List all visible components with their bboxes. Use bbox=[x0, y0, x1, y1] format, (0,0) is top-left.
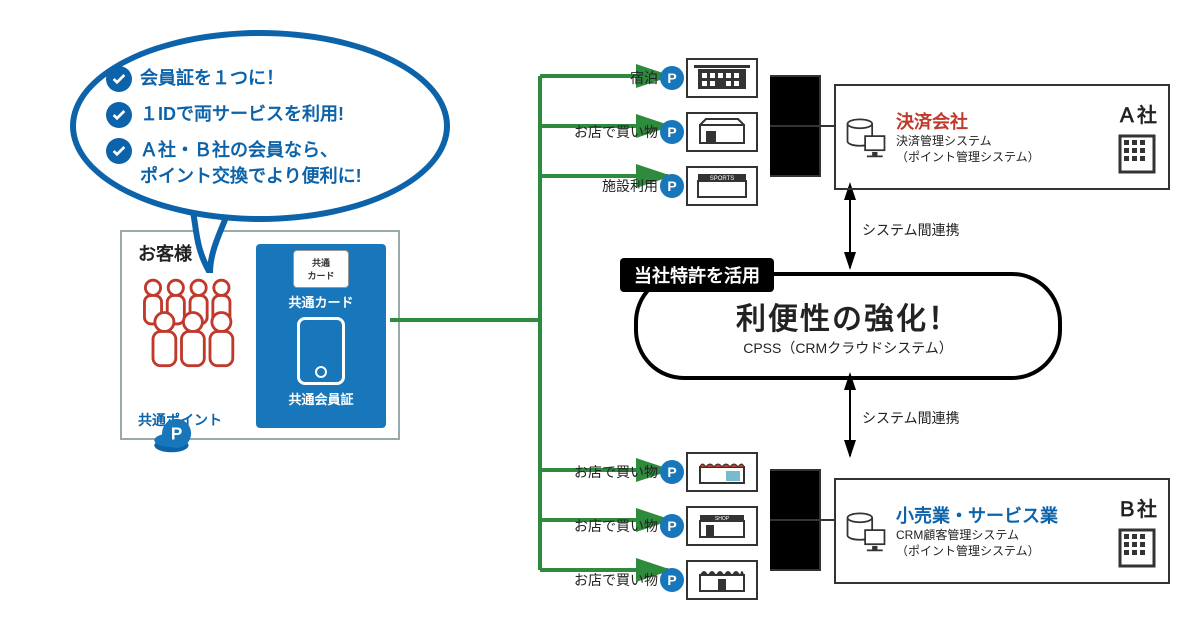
bullet-1: 会員証を１つに！ bbox=[106, 64, 436, 92]
company-a-title: 決済会社 bbox=[896, 108, 1106, 134]
svg-text:SPORTS: SPORTS bbox=[710, 176, 735, 182]
service-label: お店で買い物 bbox=[560, 570, 658, 590]
bullet-3: Ａ社・Ｂ社の会員なら、 ポイント交換でより便利に! bbox=[106, 136, 436, 188]
svg-text:SHOP: SHOP bbox=[715, 516, 730, 522]
service-row: 施設利用 P SPORTS bbox=[560, 166, 758, 206]
benefits-callout: 会員証を１つに！ １IDで両サービスを利用! Ａ社・Ｂ社の会員なら、 ポイント交… bbox=[70, 30, 450, 222]
building-icon bbox=[1114, 130, 1160, 176]
company-b-title: 小売業・サービス業 bbox=[896, 502, 1106, 528]
card-panel: 共通 カード 共通カード 共通会員証 bbox=[256, 244, 386, 428]
sports-icon: SPORTS bbox=[686, 166, 758, 206]
service-label: お店で買い物 bbox=[560, 462, 658, 482]
smartphone-icon bbox=[297, 317, 345, 385]
service-row: お店で買い物 P bbox=[560, 452, 758, 492]
service-label: 施設利用 bbox=[560, 176, 658, 196]
company-a-tag: Ａ社 bbox=[1117, 99, 1157, 128]
company-b-box: 小売業・サービス業 CRM顧客管理システム （ポイント管理システム） Ｂ社 bbox=[834, 478, 1170, 584]
service-row: お店で買い物 P bbox=[560, 112, 758, 152]
database-icon bbox=[844, 509, 888, 553]
p-badge-icon: P bbox=[660, 460, 684, 484]
p-badge-icon: P bbox=[660, 120, 684, 144]
bullet-text: １IDで両サービスを利用! bbox=[140, 100, 344, 126]
service-row: お店で買い物 P bbox=[560, 560, 758, 600]
building-icon bbox=[1114, 524, 1160, 570]
p-badge-icon: P bbox=[660, 174, 684, 198]
capsule-title: 利便性の強化！ bbox=[736, 294, 960, 338]
store-icon bbox=[686, 112, 758, 152]
bullet-text: 会員証を１つに！ bbox=[140, 64, 284, 90]
point-coin-icon: P bbox=[152, 418, 196, 454]
mini-card-icon: 共通 カード bbox=[293, 250, 349, 288]
service-label: お店で買い物 bbox=[560, 516, 658, 536]
system-link-label-top: システム間連携 bbox=[862, 220, 960, 240]
service-label: お店で買い物 bbox=[560, 122, 658, 142]
company-b-tag: Ｂ社 bbox=[1117, 493, 1157, 522]
shop-icon bbox=[686, 560, 758, 600]
database-icon bbox=[844, 115, 888, 159]
p-badge-icon: P bbox=[660, 66, 684, 90]
p-badge-icon: P bbox=[660, 568, 684, 592]
svg-text:P: P bbox=[171, 423, 182, 443]
customer-box: お客様 共通ポイント 共通 カード 共通カード 共通会員証 bbox=[120, 230, 400, 440]
hotel-icon bbox=[686, 58, 758, 98]
company-a-box: 決済会社 決済管理システム （ポイント管理システム） Ａ社 bbox=[834, 84, 1170, 190]
bullet-text: Ａ社・Ｂ社の会員なら、 ポイント交換でより便利に! bbox=[140, 136, 362, 188]
bullet-2: １IDで両サービスを利用! bbox=[106, 100, 436, 128]
system-link-label-bottom: システム間連携 bbox=[862, 408, 960, 428]
p-badge-icon: P bbox=[660, 514, 684, 538]
check-icon bbox=[106, 66, 132, 92]
card-label: 共通カード bbox=[288, 292, 353, 311]
company-b-sub2: （ポイント管理システム） bbox=[896, 544, 1106, 560]
services-bottom: お店で買い物 P お店で買い物 P SHOP お店で買い物 P bbox=[560, 452, 758, 600]
patent-badge: 当社特許を活用 bbox=[620, 258, 774, 292]
service-label: 宿泊 bbox=[560, 68, 658, 88]
shop-icon: SHOP bbox=[686, 506, 758, 546]
check-icon bbox=[106, 138, 132, 164]
check-icon bbox=[106, 102, 132, 128]
service-row: お店で買い物 P SHOP bbox=[560, 506, 758, 546]
company-b-sub1: CRM顧客管理システム bbox=[896, 528, 1106, 544]
shop-icon bbox=[686, 452, 758, 492]
capsule-sub: CPSS（CRMクラウドシステム） bbox=[743, 338, 953, 358]
service-row: 宿泊 P bbox=[560, 58, 758, 98]
company-a-sub2: （ポイント管理システム） bbox=[896, 150, 1106, 166]
people-icon bbox=[134, 272, 248, 372]
phone-label: 共通会員証 bbox=[288, 389, 353, 408]
services-top: 宿泊 P お店で買い物 P 施設利用 P SPORTS bbox=[560, 58, 758, 206]
company-a-sub1: 決済管理システム bbox=[896, 134, 1106, 150]
